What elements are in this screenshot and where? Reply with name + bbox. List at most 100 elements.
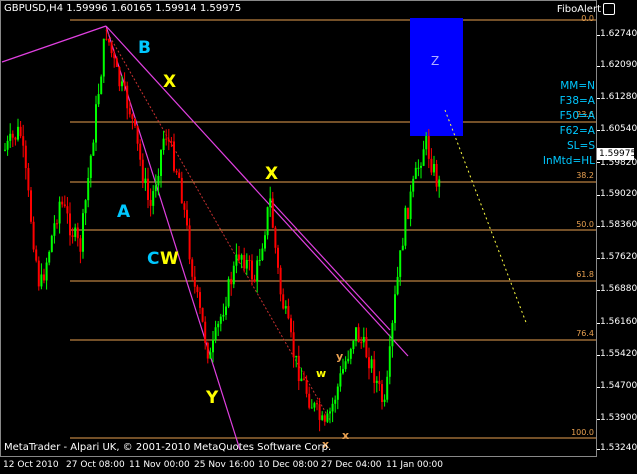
price-label: 1.60540	[600, 124, 637, 134]
candle-body	[84, 200, 87, 214]
time-label: 25 Nov 16:00	[194, 460, 255, 470]
price-label: 1.62090	[600, 60, 637, 70]
candle-body	[53, 223, 56, 236]
candle-body	[438, 179, 441, 187]
candle-body	[373, 359, 376, 383]
candle-body	[76, 227, 79, 239]
candle-body	[113, 53, 116, 59]
candle-body	[225, 306, 227, 315]
candle-body	[321, 415, 324, 420]
candle-body	[409, 191, 412, 219]
param-f50: F50=A	[559, 110, 595, 122]
candle-body	[30, 190, 32, 222]
candle-body	[152, 191, 155, 206]
price-label: 1.55420	[600, 349, 637, 359]
fibo-levels	[70, 19, 596, 439]
symbol-header: GBPUSD,H4 1.59996 1.60165 1.59914 1.5997…	[4, 3, 242, 14]
candle-body	[131, 114, 134, 119]
candle-body	[274, 227, 277, 248]
candle-body	[282, 294, 285, 309]
fibo-label-0: 0.0	[581, 14, 594, 23]
candle-body	[22, 136, 25, 146]
chart-window[interactable]: GBPUSD,H4 1.59996 1.60165 1.59914 1.5997…	[0, 0, 637, 474]
candle-body	[227, 278, 230, 307]
candle-body	[160, 150, 162, 176]
candle-body	[115, 58, 118, 68]
channel-lines	[1, 25, 409, 451]
candle-body	[66, 206, 69, 214]
candle-body	[82, 213, 84, 252]
candle-body	[303, 378, 305, 380]
price-plot[interactable]	[0, 0, 637, 474]
candle-body	[134, 118, 136, 126]
candle-body	[209, 352, 212, 359]
candle-body	[362, 336, 365, 343]
candle-body	[217, 323, 220, 328]
price-label: 1.56880	[600, 284, 637, 294]
candle-body	[238, 254, 240, 260]
candle-body	[74, 227, 77, 237]
candle-body	[14, 137, 17, 140]
candle-body	[256, 260, 259, 282]
candle-body	[407, 207, 409, 219]
candle-body	[126, 85, 129, 109]
fibo-label-1000: 100.0	[571, 428, 594, 437]
candle-body	[245, 259, 248, 269]
candle-body	[105, 38, 108, 40]
candle-body	[154, 185, 157, 192]
candle-body	[89, 155, 92, 178]
projection-line-yellow	[444, 109, 528, 326]
candle-body	[147, 178, 149, 200]
price-label: 1.54700	[600, 381, 637, 391]
candle-body	[399, 250, 402, 277]
candle-body	[381, 384, 383, 402]
candle-body	[284, 306, 287, 309]
candle-body	[360, 342, 363, 344]
wave-label-x-mid: X	[265, 164, 279, 184]
candle-body	[149, 199, 152, 206]
param-mm: MM=N	[560, 80, 595, 92]
candle-body	[63, 204, 66, 207]
candle-body	[412, 178, 415, 192]
candle-body	[370, 359, 373, 369]
candle-body	[318, 404, 321, 420]
price-axis[interactable]: 1.62740 1.62090 1.61280 1.60540 1.59820 …	[597, 0, 637, 457]
candle-body	[35, 249, 38, 261]
candle-body	[196, 286, 199, 293]
candle-body	[222, 314, 225, 317]
candle-body	[383, 399, 386, 402]
candle-body	[58, 201, 61, 224]
copyright-footer: MetaTrader - Alpari UK, © 2001-2010 Meta…	[4, 442, 332, 453]
candle-body	[128, 108, 131, 115]
candle-body	[378, 380, 381, 385]
price-label: 1.61280	[600, 92, 637, 102]
candle-body	[24, 145, 27, 169]
candle-body	[193, 276, 196, 287]
candle-body	[396, 276, 399, 295]
candle-body	[336, 386, 339, 400]
candle-body	[50, 235, 53, 252]
candle-body	[357, 327, 360, 343]
candle-body	[191, 259, 194, 277]
candle-body	[188, 225, 191, 260]
candle-body	[368, 357, 370, 369]
candle-body	[271, 198, 274, 228]
candle-body	[97, 94, 100, 105]
candle-body	[32, 221, 35, 250]
target-zone[interactable]	[410, 18, 463, 136]
candle-body	[326, 413, 329, 422]
candle-body	[391, 323, 394, 347]
param-f62: F62=A	[559, 125, 595, 137]
candle-body	[175, 170, 178, 173]
param-sl: SL=S	[567, 140, 595, 152]
candle-body	[206, 342, 209, 359]
candle-body	[344, 361, 347, 370]
candle-body	[290, 318, 292, 333]
candle-body	[297, 355, 300, 382]
candle-body	[173, 141, 175, 171]
wave-label-small-x2: x	[342, 429, 350, 442]
candle-body	[287, 306, 290, 319]
fibo-label-382: 38.2	[576, 171, 594, 180]
candle-body	[183, 203, 186, 210]
candle-body	[141, 159, 144, 183]
